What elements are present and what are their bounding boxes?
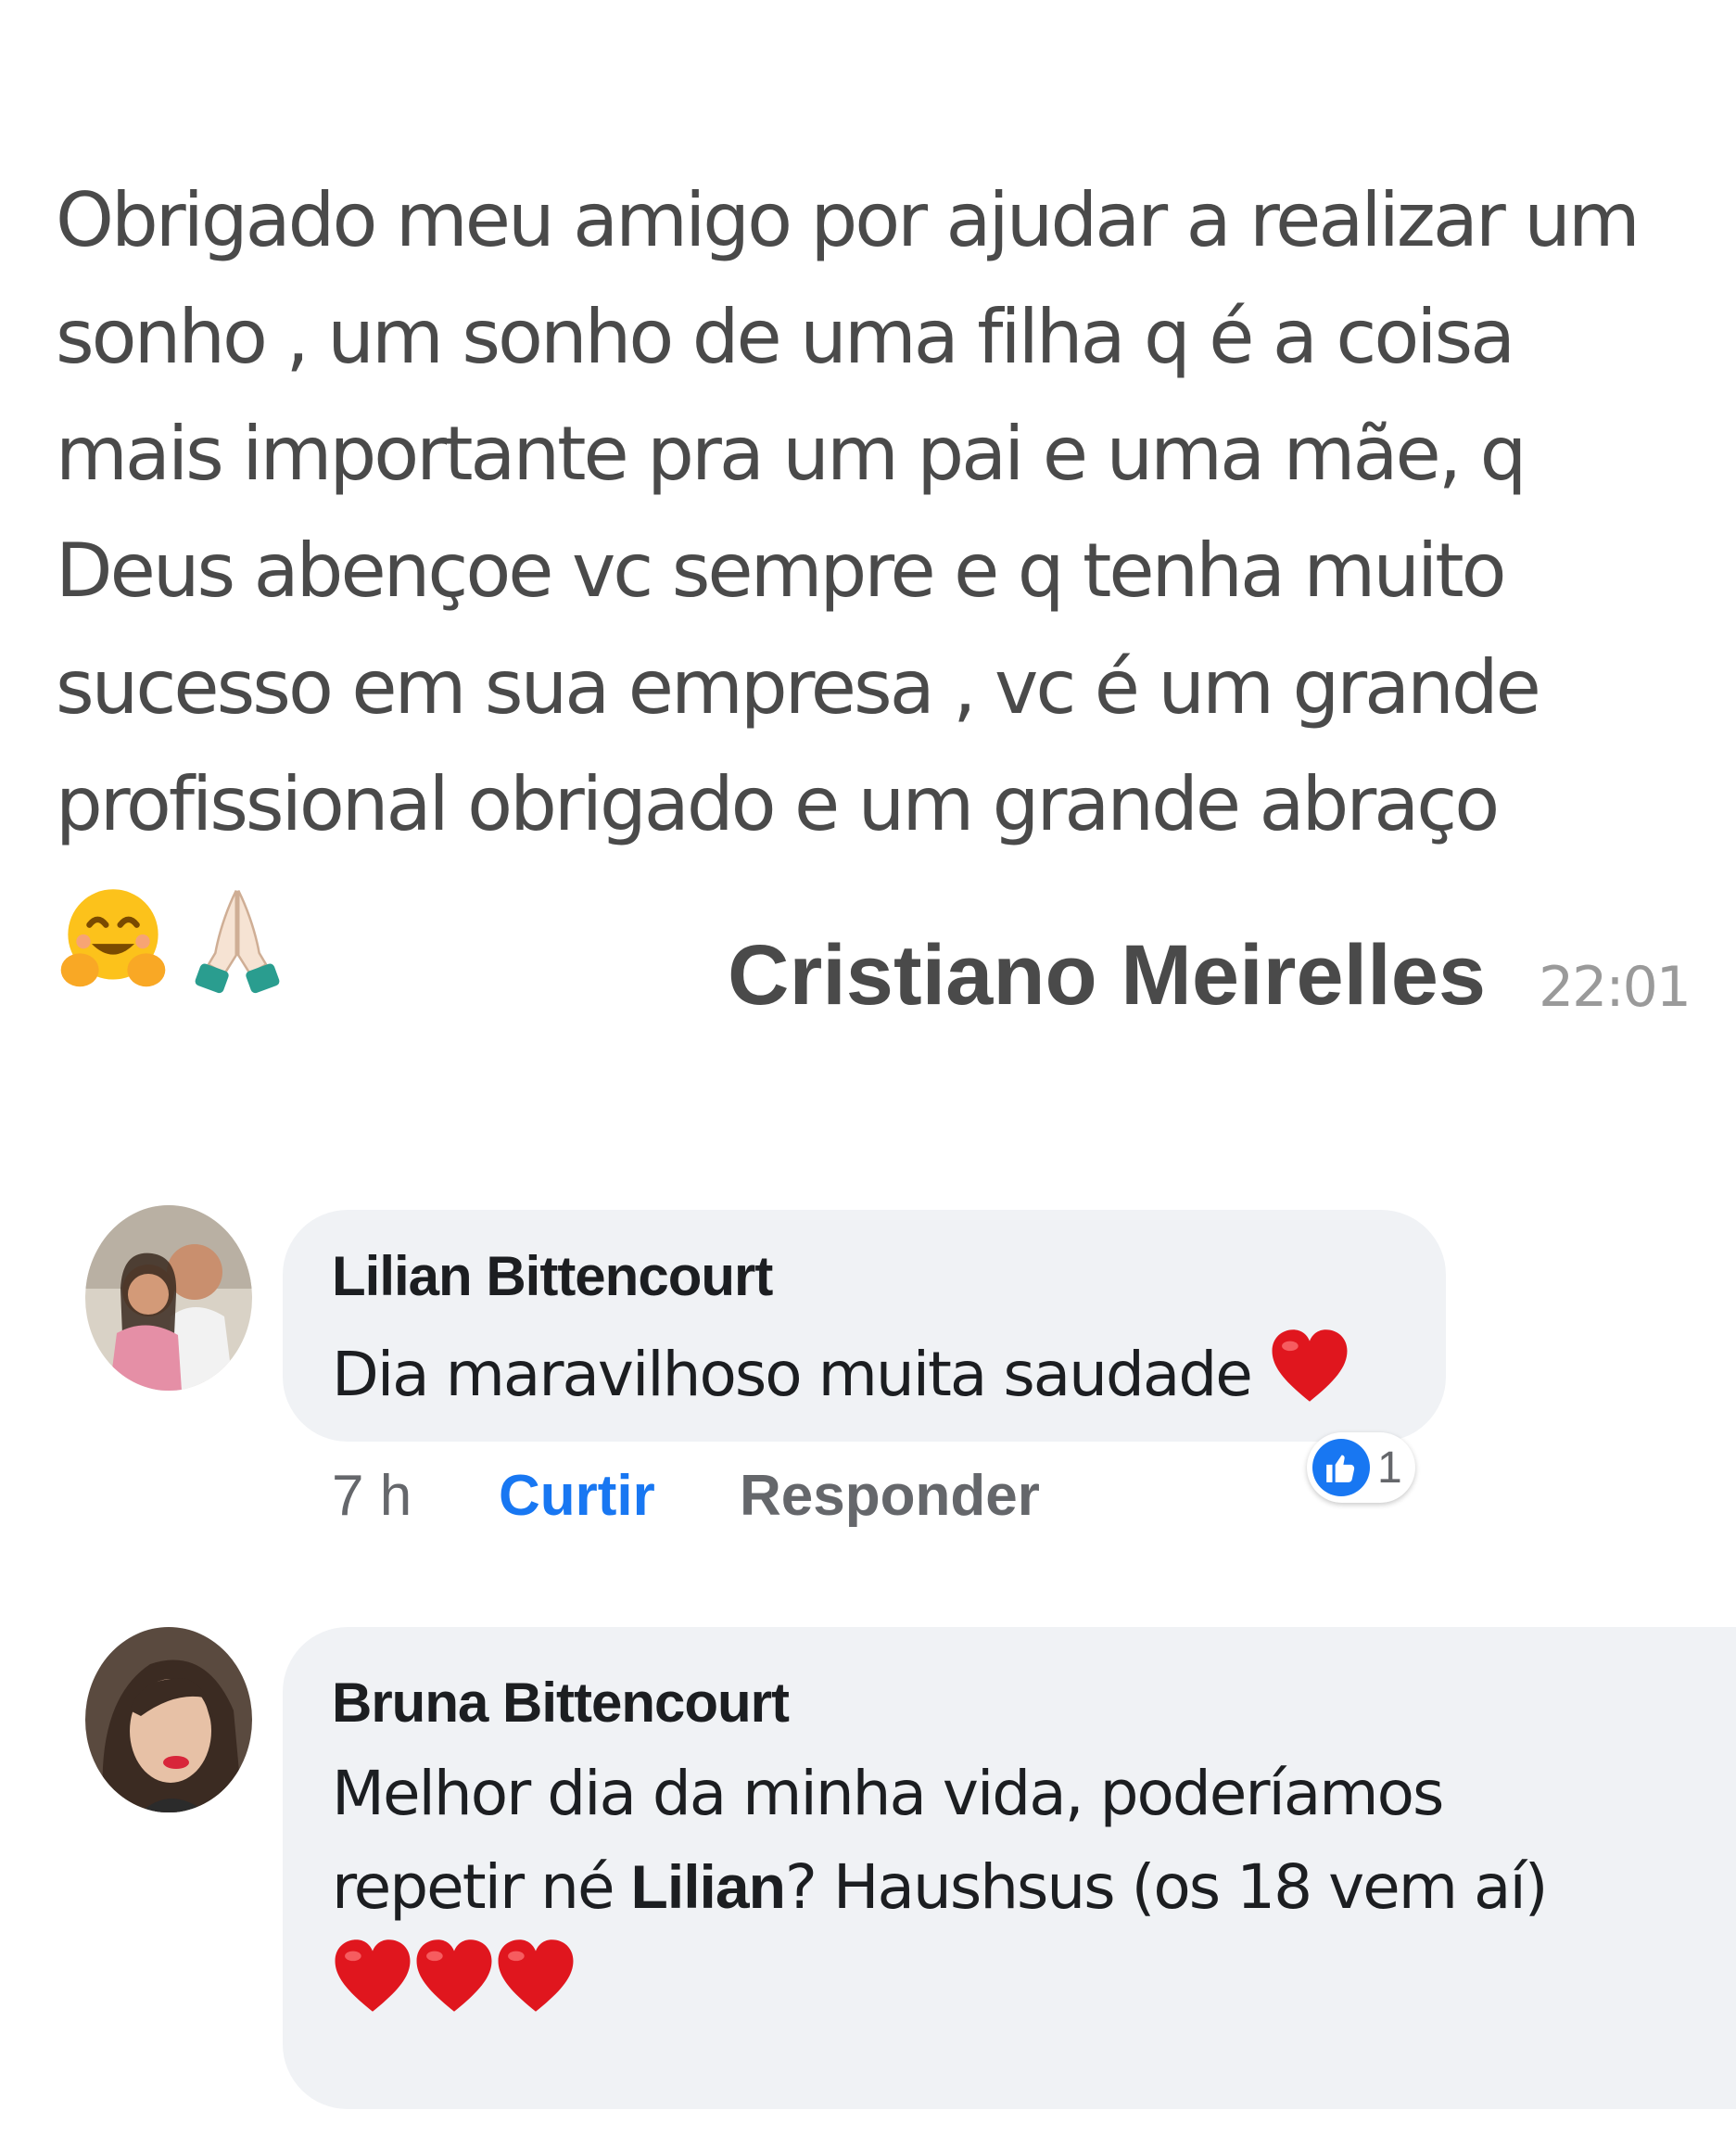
comment-time: 7 h [332, 1464, 412, 1528]
testimonial-message: Obrigado meu amigo por ajudar a realizar… [56, 162, 1705, 863]
comment-text-line: Dia maravilhoso muita saudade [332, 1339, 1253, 1411]
comment-author[interactable]: Bruna Bittencourt [332, 1671, 790, 1735]
reaction-summary[interactable]: 1 [1307, 1432, 1415, 1503]
post-timestamp: 22:01 [1539, 955, 1692, 1020]
reaction-count: 1 [1377, 1443, 1402, 1493]
avatar-photo [85, 1627, 252, 1812]
comment-text-segment: repetir né [332, 1851, 631, 1923]
avatar[interactable] [85, 1627, 252, 1812]
heart-emoji [495, 1938, 577, 2040]
avatar[interactable] [85, 1205, 252, 1391]
message-line: Deus abençoe vc sempre e q tenha muito [56, 528, 1507, 614]
message-line: mais importante pra um pai e uma mãe, q [56, 411, 1527, 497]
heart-emoji [1269, 1328, 1350, 1430]
folded-hands-emoji [185, 880, 289, 1003]
message-line: sucesso em sua empresa , vc é um grande [56, 644, 1541, 731]
message-line: sonho , um sonho de uma filha q é a cois… [56, 294, 1515, 380]
reply-button[interactable]: Responder [740, 1463, 1040, 1529]
hugging-face-emoji [54, 880, 172, 1003]
message-emojis [54, 876, 289, 1006]
post-author: Cristiano Meirelles [728, 928, 1487, 1023]
message-line: profissional obrigado e um grande abraço [56, 761, 1500, 847]
heart-emoji [413, 1938, 495, 2040]
comment-author[interactable]: Lilian Bittencourt [332, 1244, 773, 1308]
comment-text: Melhor dia da minha vida, poderíamos rep… [332, 1748, 1549, 2040]
like-button[interactable]: Curtir [499, 1463, 655, 1529]
message-line: Obrigado meu amigo por ajudar a realizar… [56, 177, 1641, 263]
avatar-photo [85, 1205, 252, 1391]
heart-emoji [332, 1938, 413, 2040]
comment-text-segment: ? Haushsus (os 18 vem aí) [784, 1851, 1549, 1923]
heart-emoji-row [332, 1934, 1547, 2040]
comment-text: Dia maravilhoso muita saudade [332, 1328, 1350, 1430]
mention-link[interactable]: Lilian [631, 1852, 786, 1921]
comment-text-line: Melhor dia da minha vida, poderíamos [332, 1758, 1444, 1829]
thumbs-up-icon [1312, 1439, 1370, 1496]
